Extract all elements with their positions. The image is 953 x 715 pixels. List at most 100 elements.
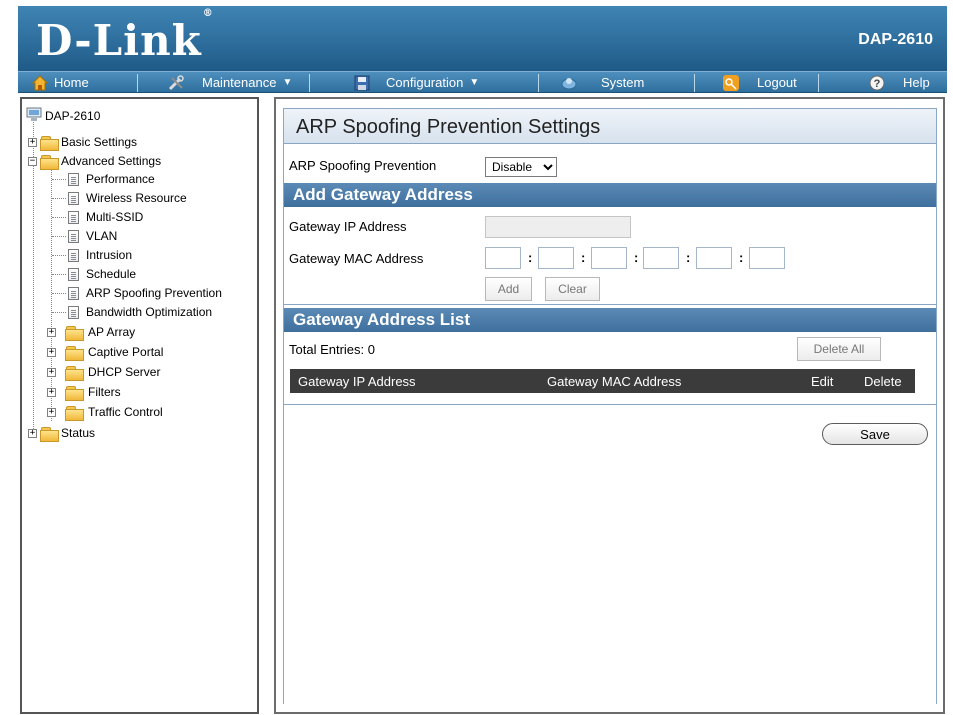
tree-connector <box>33 122 34 435</box>
page-icon <box>68 229 79 243</box>
page-icon <box>68 172 79 186</box>
chevron-down-icon: ▼ <box>469 77 480 88</box>
page-icon <box>68 286 79 300</box>
column-gateway-ip: Gateway IP Address <box>298 374 416 389</box>
add-gateway-section: Gateway IP Address Gateway MAC Address :… <box>284 207 936 305</box>
expand-icon[interactable]: + <box>47 387 56 397</box>
save-button[interactable]: Save <box>822 423 928 445</box>
column-delete: Delete <box>864 374 902 389</box>
tree-basic-settings[interactable]: + Basic Settings <box>28 135 137 151</box>
gateway-ip-input[interactable] <box>485 216 631 238</box>
expand-icon[interactable]: + <box>28 428 37 438</box>
folder-icon <box>65 345 84 361</box>
gateway-list-table-header: Gateway IP Address Gateway MAC Address E… <box>290 369 915 393</box>
tree-item-arp-spoofing-prevention[interactable]: ARP Spoofing Prevention <box>68 286 222 300</box>
expand-icon[interactable]: + <box>28 137 37 147</box>
menu-separator <box>694 74 695 92</box>
tree-root[interactable]: DAP-2610 <box>26 106 100 125</box>
mac-colon: : <box>528 250 533 265</box>
tree-connector <box>52 255 66 256</box>
page-title-box: ARP Spoofing Prevention Settings <box>283 108 937 144</box>
tree-connector <box>52 217 66 218</box>
expand-icon[interactable]: + <box>47 327 56 337</box>
gateway-mac-octet-2[interactable] <box>538 247 574 269</box>
tree-connector <box>52 198 66 199</box>
tree-folder-ap-array[interactable]: + AP Array <box>47 325 135 341</box>
total-entries: Total Entries: 0 <box>289 342 375 357</box>
tree-connector <box>52 293 66 294</box>
main-panel: ARP Spoofing Prevention Settings ARP Spo… <box>274 97 945 714</box>
mac-colon: : <box>634 250 639 265</box>
mac-colon: : <box>686 250 691 265</box>
folder-icon <box>40 426 59 442</box>
tree-item-multi-ssid[interactable]: Multi-SSID <box>68 210 143 224</box>
menu-home[interactable]: Home <box>31 72 89 93</box>
chevron-down-icon: ▼ <box>282 77 293 88</box>
tools-icon <box>168 74 184 91</box>
network-device-icon <box>26 106 42 125</box>
folder-icon <box>65 365 84 381</box>
folder-icon <box>40 135 59 151</box>
folder-icon <box>65 385 84 401</box>
help-icon: ? <box>869 75 885 91</box>
menu-help[interactable]: ? Help <box>869 72 930 93</box>
tree-item-wireless-resource[interactable]: Wireless Resource <box>68 191 187 205</box>
open-folder-icon <box>40 154 59 170</box>
clear-button[interactable]: Clear <box>545 277 600 301</box>
menu-maintenance[interactable]: Maintenance ▼ <box>168 72 292 93</box>
gateway-mac-octet-1[interactable] <box>485 247 521 269</box>
tree-connector <box>52 179 66 180</box>
tree-connector <box>52 236 66 237</box>
tree-folder-filters[interactable]: + Filters <box>47 385 121 401</box>
page-icon <box>68 267 79 281</box>
gateway-list-heading: Gateway Address List <box>284 308 936 332</box>
expand-icon[interactable]: + <box>47 407 56 417</box>
svg-text:?: ? <box>874 78 881 90</box>
tree-folder-dhcp-server[interactable]: + DHCP Server <box>47 365 160 381</box>
gateway-list-section: Total Entries: 0 Delete All Gateway IP A… <box>284 332 936 405</box>
add-button[interactable]: Add <box>485 277 532 301</box>
system-icon <box>561 75 577 91</box>
menu-configuration[interactable]: Configuration ▼ <box>354 72 479 93</box>
tree-advanced-settings[interactable]: − Advanced Settings <box>28 154 161 170</box>
tree-connector <box>52 312 66 313</box>
folder-icon <box>65 405 84 421</box>
page-title: ARP Spoofing Prevention Settings <box>296 116 601 138</box>
home-icon <box>31 74 49 91</box>
add-gateway-heading: Add Gateway Address <box>284 183 936 207</box>
menu-separator <box>818 74 819 92</box>
arp-spoofing-label: ARP Spoofing Prevention <box>289 158 437 173</box>
gateway-ip-label: Gateway IP Address <box>289 219 407 234</box>
dlink-logo: D-Link® <box>36 8 214 65</box>
model-name: DAP-2610 <box>858 31 933 48</box>
mac-colon: : <box>739 250 744 265</box>
tree-item-bandwidth-optimization[interactable]: Bandwidth Optimization <box>68 305 212 319</box>
menu-logout[interactable]: Logout <box>723 72 797 93</box>
gateway-mac-label: Gateway MAC Address <box>289 251 424 266</box>
gateway-mac-octet-3[interactable] <box>591 247 627 269</box>
tree-item-performance[interactable]: Performance <box>68 172 155 186</box>
menu-system[interactable]: System <box>561 72 644 93</box>
page-icon <box>68 248 79 262</box>
header-banner: D-Link® DAP-2610 <box>18 6 947 71</box>
expand-icon[interactable]: + <box>47 347 56 357</box>
page-icon <box>68 191 79 205</box>
tree-item-intrusion[interactable]: Intrusion <box>68 248 132 262</box>
tree-folder-traffic-control[interactable]: + Traffic Control <box>47 405 163 421</box>
collapse-icon[interactable]: − <box>28 156 37 166</box>
tree-status[interactable]: + Status <box>28 426 95 442</box>
menu-separator <box>538 74 539 92</box>
menu-separator <box>137 74 138 92</box>
tree-item-schedule[interactable]: Schedule <box>68 267 136 281</box>
gateway-mac-octet-4[interactable] <box>643 247 679 269</box>
delete-all-button[interactable]: Delete All <box>797 337 881 361</box>
settings-form: ARP Spoofing Prevention Disable Add Gate… <box>283 144 937 704</box>
gateway-mac-octet-5[interactable] <box>696 247 732 269</box>
expand-icon[interactable]: + <box>47 367 56 377</box>
tree-folder-captive-portal[interactable]: + Captive Portal <box>47 345 163 361</box>
gateway-mac-octet-6[interactable] <box>749 247 785 269</box>
tree-item-vlan[interactable]: VLAN <box>68 229 117 243</box>
arp-spoofing-select[interactable]: Disable <box>485 157 557 177</box>
menu-separator <box>309 74 310 92</box>
key-icon <box>723 74 739 91</box>
